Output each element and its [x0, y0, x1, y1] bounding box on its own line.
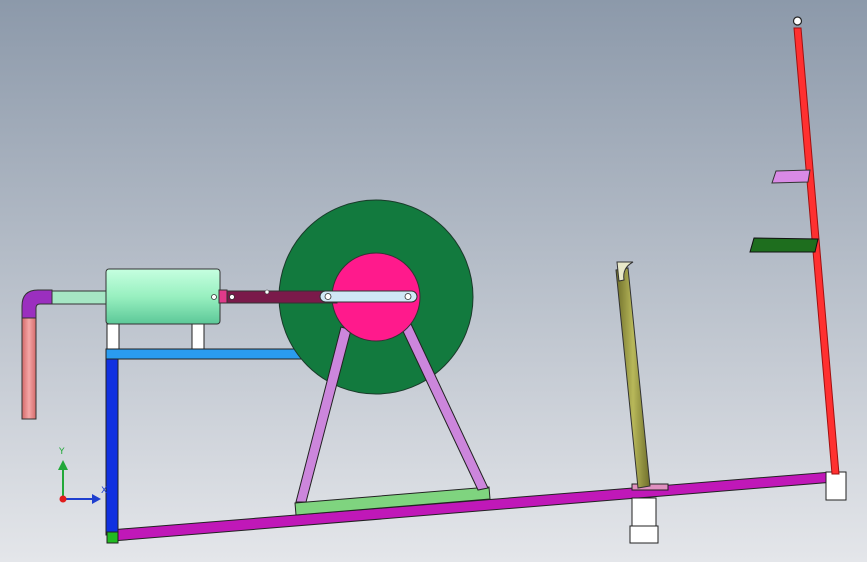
- tube-pedestal-upper[interactable]: [631, 497, 657, 527]
- mast-pedestal[interactable]: [825, 471, 847, 501]
- link-pin-left: [324, 293, 332, 300]
- cylinder-end-cap[interactable]: [218, 289, 228, 304]
- tube-pedestal-lower[interactable]: [629, 525, 659, 544]
- cylinder-bolt: [211, 294, 217, 300]
- link-pin-right: [404, 293, 412, 300]
- cylinder-foot-left[interactable]: [106, 323, 120, 350]
- assembly-drawing: Y X: [0, 0, 867, 562]
- rod-marker: [264, 289, 270, 295]
- cylinder-foot-right[interactable]: [191, 323, 205, 350]
- vertical-post[interactable]: [105, 358, 119, 536]
- corner-block[interactable]: [106, 531, 119, 544]
- triad-x-label: X: [101, 486, 107, 496]
- mast-top-ring[interactable]: [792, 16, 803, 26]
- cad-viewport[interactable]: Y X: [0, 0, 867, 562]
- inlet-pipe[interactable]: [21, 315, 37, 420]
- cylinder-body[interactable]: [105, 268, 221, 325]
- lower-tab[interactable]: [749, 237, 819, 253]
- pipe-connector[interactable]: [51, 290, 109, 305]
- connecting-link[interactable]: [319, 290, 418, 303]
- triad-y-label: Y: [58, 447, 65, 457]
- rod-pin: [229, 294, 235, 300]
- triad-z-axis: [59, 495, 67, 503]
- upper-tab[interactable]: [771, 169, 811, 184]
